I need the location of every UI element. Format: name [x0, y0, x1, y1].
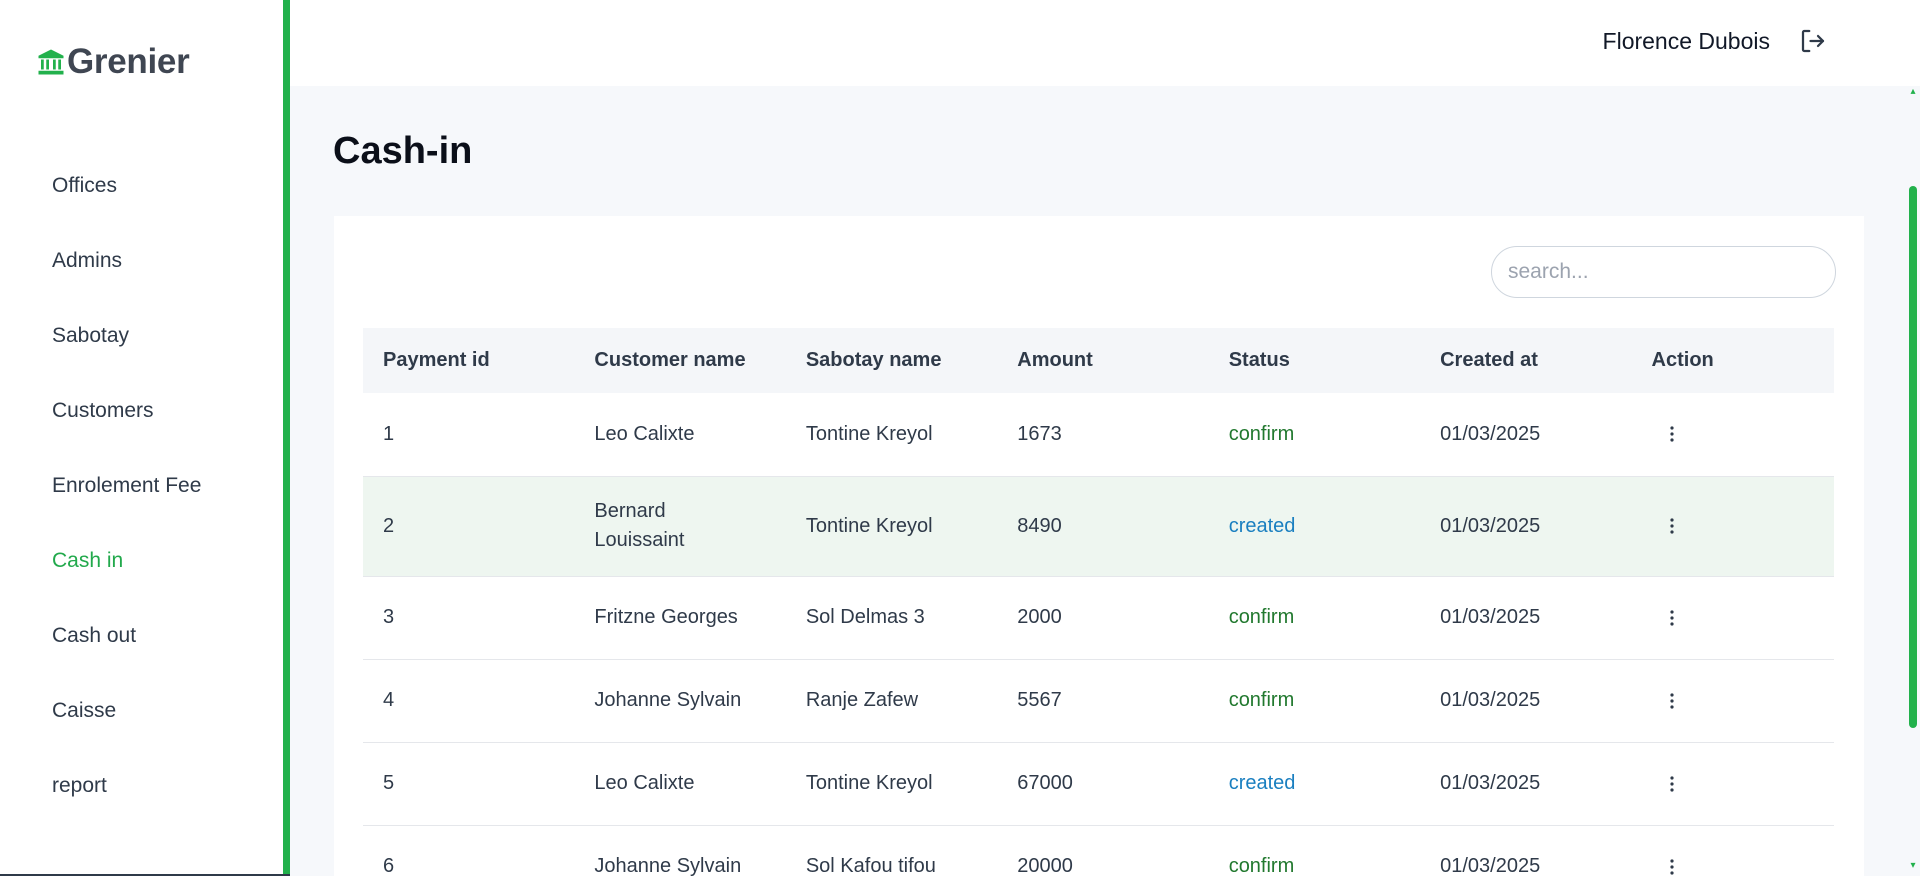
sidebar-item-cash-in[interactable]: Cash in: [52, 523, 201, 598]
sidebar-item-caisse[interactable]: Caisse: [52, 673, 201, 748]
table-row[interactable]: 1 Leo Calixte Tontine Kreyol 1673 confir…: [363, 393, 1834, 477]
column-header-customer-name[interactable]: Customer name: [574, 328, 785, 393]
table-row[interactable]: 2 Bernard Louissaint Tontine Kreyol 8490…: [363, 476, 1834, 577]
status-cell: confirm: [1208, 659, 1421, 743]
action-cell: [1631, 393, 1834, 477]
bank-icon: [38, 49, 64, 75]
action-cell: [1631, 742, 1834, 826]
action-cell: [1631, 825, 1834, 876]
table-row[interactable]: 5 Leo Calixte Tontine Kreyol 67000 creat…: [363, 742, 1834, 826]
sidebar-nav: Offices Admins Sabotay Customers Enrolem…: [52, 148, 201, 823]
sabotay-name-cell: Tontine Kreyol: [785, 393, 998, 477]
user-name: Florence Dubois: [1602, 28, 1770, 54]
scrollbar-thumb[interactable]: [1909, 186, 1917, 728]
amount-cell: 20000: [997, 825, 1209, 876]
table-row[interactable]: 4 Johanne Sylvain Ranje Zafew 5567 confi…: [363, 659, 1834, 743]
sabotay-name-cell: Tontine Kreyol: [785, 742, 998, 826]
more-vertical-icon[interactable]: [1660, 606, 1684, 630]
status-cell: confirm: [1208, 576, 1421, 660]
page-title: Cash-in: [333, 130, 473, 172]
payment-id-cell: 6: [363, 825, 575, 876]
more-vertical-icon[interactable]: [1660, 772, 1684, 796]
created-at-cell: 01/03/2025: [1420, 742, 1632, 826]
created-at-cell: 01/03/2025: [1420, 476, 1632, 577]
created-at-cell: 01/03/2025: [1420, 659, 1632, 743]
main-content: Cash-in Payment id Customer name Sabotay…: [290, 86, 1920, 876]
action-cell: [1631, 659, 1834, 743]
sidebar-item-sabotay[interactable]: Sabotay: [52, 298, 201, 373]
status-cell: created: [1208, 476, 1421, 577]
more-vertical-icon[interactable]: [1660, 689, 1684, 713]
amount-cell: 8490: [997, 476, 1209, 577]
column-header-action: Action: [1651, 349, 1714, 371]
search-input[interactable]: [1491, 246, 1836, 298]
customer-name-cell: Leo Calixte: [574, 393, 786, 477]
customer-name-cell: Bernard Louissaint: [574, 476, 786, 577]
table-row[interactable]: 3 Fritzne Georges Sol Delmas 3 2000 conf…: [363, 576, 1834, 660]
sidebar-item-enrolement-fee[interactable]: Enrolement Fee: [52, 448, 201, 523]
cash-in-table: Payment id Customer name Sabotay name Am…: [363, 328, 1834, 876]
column-header-created-at[interactable]: Created at: [1420, 328, 1631, 393]
created-at-cell: 01/03/2025: [1420, 393, 1632, 477]
status-cell: created: [1208, 742, 1421, 826]
amount-cell: 1673: [997, 393, 1209, 477]
logout-icon[interactable]: [1798, 26, 1828, 56]
brand-name: Grenier: [67, 42, 190, 81]
sabotay-name-cell: Tontine Kreyol: [785, 476, 998, 577]
sabotay-name-cell: Sol Delmas 3: [785, 576, 998, 660]
customer-name-text: Bernard Louissaint: [594, 500, 685, 551]
amount-cell: 2000: [997, 576, 1209, 660]
customer-name-cell: Leo Calixte: [574, 742, 786, 826]
table-header-row: Payment id Customer name Sabotay name Am…: [363, 328, 1834, 393]
sabotay-name-cell: Sol Kafou tifou: [785, 825, 998, 876]
column-header-payment-id[interactable]: Payment id: [363, 328, 574, 393]
customer-name-cell: Fritzne Georges: [574, 576, 786, 660]
more-vertical-icon[interactable]: [1660, 855, 1684, 876]
amount-cell: 5567: [997, 659, 1209, 743]
amount-cell: 67000: [997, 742, 1209, 826]
payment-id-cell: 5: [363, 742, 575, 826]
status-cell: confirm: [1208, 393, 1421, 477]
scroll-up-icon[interactable]: ▴: [1909, 87, 1917, 97]
column-header-status[interactable]: Status: [1209, 328, 1420, 393]
action-cell: [1631, 576, 1834, 660]
payment-id-cell: 1: [363, 393, 575, 477]
sabotay-name-cell: Ranje Zafew: [785, 659, 998, 743]
sidebar: Grenier Offices Admins Sabotay Customers…: [0, 0, 283, 876]
status-cell: confirm: [1208, 825, 1421, 876]
sidebar-item-offices[interactable]: Offices: [52, 148, 201, 223]
top-header: Florence Dubois: [290, 0, 1920, 86]
more-vertical-icon[interactable]: [1660, 514, 1684, 538]
payment-id-cell: 3: [363, 576, 575, 660]
customer-name-cell: Johanne Sylvain: [574, 825, 786, 876]
payment-id-cell: 4: [363, 659, 575, 743]
created-at-cell: 01/03/2025: [1420, 825, 1632, 876]
customer-name-cell: Johanne Sylvain: [574, 659, 786, 743]
action-cell: [1631, 476, 1834, 577]
column-header-amount[interactable]: Amount: [997, 328, 1208, 393]
created-at-cell: 01/03/2025: [1420, 576, 1632, 660]
scroll-down-icon[interactable]: ▾: [1909, 861, 1917, 871]
vertical-scrollbar[interactable]: [1906, 86, 1920, 876]
cash-in-card: Payment id Customer name Sabotay name Am…: [334, 216, 1864, 876]
column-header-sabotay-name[interactable]: Sabotay name: [786, 328, 997, 393]
sidebar-item-customers[interactable]: Customers: [52, 373, 201, 448]
sidebar-divider: [283, 0, 290, 876]
sidebar-item-cash-out[interactable]: Cash out: [52, 598, 201, 673]
payment-id-cell: 2: [363, 476, 575, 577]
brand-logo[interactable]: Grenier: [36, 42, 190, 82]
more-vertical-icon[interactable]: [1660, 422, 1684, 446]
sidebar-item-report[interactable]: report: [52, 748, 201, 823]
sidebar-item-admins[interactable]: Admins: [52, 223, 201, 298]
table-row[interactable]: 6 Johanne Sylvain Sol Kafou tifou 20000 …: [363, 825, 1834, 876]
